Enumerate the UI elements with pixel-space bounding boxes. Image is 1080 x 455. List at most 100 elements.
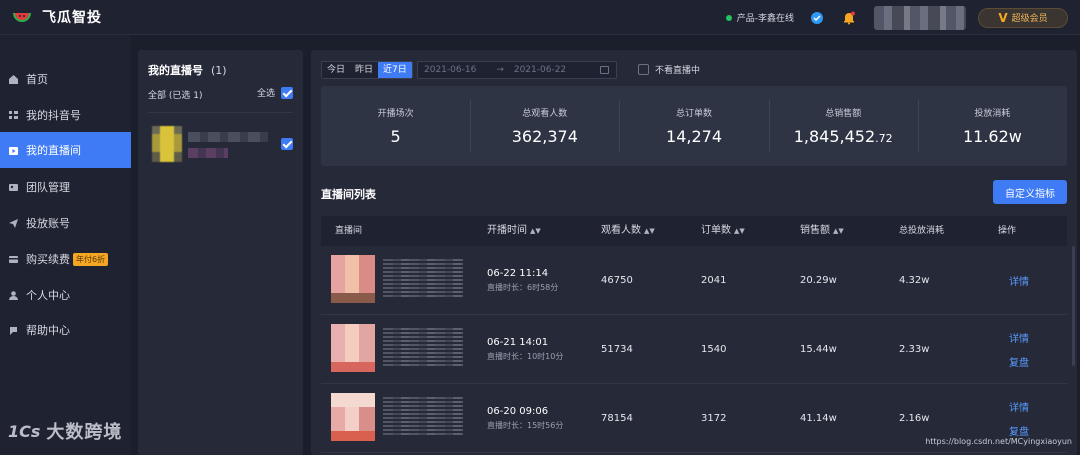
sidebar-item-help[interactable]: 帮助中心 <box>0 312 131 348</box>
stat-sessions: 开播场次 5 <box>321 86 470 166</box>
online-status: 产品-李鑫在线 <box>725 11 794 24</box>
sales-cell: 15.44w <box>800 344 837 355</box>
source-url: https://blog.csdn.net/MCyingxiaoyun <box>925 437 1072 446</box>
details-link[interactable]: 详情 <box>1009 399 1029 414</box>
stat-value: 1,845,452.72 <box>793 127 893 146</box>
stat-value: 362,374 <box>511 127 578 146</box>
col-viewers[interactable]: 观看人数 ▲▼ <box>601 216 655 246</box>
sort-icon: ▲▼ <box>734 227 745 235</box>
details-link[interactable]: 详情 <box>1009 273 1029 288</box>
sidebar-item-label: 投放账号 <box>26 217 70 230</box>
col-start-time[interactable]: 开播时间 ▲▼ <box>487 216 541 246</box>
start-time-cell: 06-21 14:01 直播时长：10时10分 <box>487 337 564 361</box>
account-item[interactable] <box>148 126 293 166</box>
sidebar-item-douyin[interactable]: 我的抖音号 <box>0 97 131 133</box>
live-room-table: 直播间 开播时间 ▲▼ 观看人数 ▲▼ 订单数 ▲▼ 销售额 ▲▼ 总投放消耗 操作 0… <box>321 216 1067 453</box>
sidebar-item-ad-accounts[interactable]: 投放账号 <box>0 205 131 241</box>
sidebar-item-home[interactable]: 首页 <box>0 61 131 97</box>
viewers-cell: 51734 <box>601 344 633 355</box>
sidebar-item-label: 我的直播间 <box>26 144 81 157</box>
stat-label: 开播场次 <box>377 109 414 119</box>
stat-ad-spend: 投放消耗 11.62w <box>917 86 1067 166</box>
sidebar-item-label: 团队管理 <box>26 181 70 194</box>
col-orders[interactable]: 订单数 ▲▼ <box>701 216 745 246</box>
app-title: 飞瓜智投 <box>42 10 102 26</box>
room-thumbnail[interactable] <box>331 324 375 372</box>
watermark-logo: 1Cs <box>8 421 41 441</box>
date-range-picker[interactable]: 2021-06-16 → 2021-06-22 <box>417 61 617 79</box>
sales-cell: 41.14w <box>800 413 837 424</box>
team-icon <box>9 183 18 191</box>
top-bar: 飞瓜智投 产品-李鑫在线 V 超级会员 <box>0 0 1080 35</box>
watermark-text: 大数跨境 <box>46 422 123 443</box>
account-count: (1) <box>211 64 227 77</box>
account-all-filter[interactable]: 全部 (已选 1) <box>148 88 203 101</box>
vip-icon: V <box>998 10 1008 25</box>
app-logo[interactable]: 飞瓜智投 <box>12 7 102 27</box>
stat-value: 14,274 <box>666 127 722 146</box>
select-all-label: 全选 <box>256 89 275 99</box>
room-thumbnail[interactable] <box>331 393 375 441</box>
online-dot-icon <box>725 14 732 21</box>
ad-spend-cell: 2.33w <box>899 344 930 355</box>
select-all-checkbox[interactable] <box>281 86 293 99</box>
room-name-blurred <box>383 328 463 368</box>
tab-today[interactable]: 今日 <box>322 62 351 78</box>
account-avatar <box>152 126 182 162</box>
home-icon <box>9 74 18 84</box>
col-room: 直播间 <box>335 226 363 236</box>
sidebar-item-purchase[interactable]: 购买续费 年付6折 <box>0 241 131 277</box>
sidebar-item-profile[interactable]: 个人中心 <box>0 277 131 313</box>
user-avatar[interactable] <box>874 5 966 30</box>
list-title: 直播间列表 <box>321 188 376 201</box>
review-link[interactable]: 复盘 <box>1009 423 1029 438</box>
start-time-cell: 06-22 11:14 直播时长：6时58分 <box>487 268 559 292</box>
date-range-tabs: 今日 昨日 近7日 <box>321 61 413 79</box>
viewers-cell: 78154 <box>601 413 633 424</box>
watermark: 1Cs 大数跨境 <box>8 418 122 444</box>
bell-icon[interactable] <box>842 11 856 25</box>
select-all-toggle[interactable]: 全选 <box>257 86 293 99</box>
vip-button[interactable]: V 超级会员 <box>978 7 1068 28</box>
card-icon <box>9 255 18 263</box>
watermelon-logo-icon <box>13 12 31 22</box>
viewers-cell: 46750 <box>601 275 633 286</box>
table-scrollbar[interactable] <box>1072 246 1075 366</box>
stat-sales: 总销售额 1,845,452.72 <box>768 86 918 166</box>
account-panel: 我的直播号 (1) 全部 (已选 1) 全选 <box>138 50 303 455</box>
divider <box>148 112 293 113</box>
arrow-right-icon: → <box>496 65 504 75</box>
user-icon <box>9 290 18 300</box>
col-ad-spend: 总投放消耗 <box>899 226 945 236</box>
online-status-text: 产品-李鑫在线 <box>736 14 794 24</box>
account-id-blurred <box>188 148 228 158</box>
stat-value: 5 <box>390 127 401 146</box>
account-panel-title: 我的直播号 (1) <box>148 64 227 77</box>
discount-badge: 年付6折 <box>73 252 109 266</box>
live-icon <box>9 146 18 155</box>
review-link[interactable]: 复盘 <box>1009 354 1029 369</box>
stat-label: 总销售额 <box>825 109 862 119</box>
account-checkbox[interactable] <box>281 138 293 150</box>
sidebar-item-team[interactable]: 团队管理 <box>0 169 131 205</box>
stat-viewers: 总观看人数 362,374 <box>470 86 619 166</box>
col-sales[interactable]: 销售额 ▲▼ <box>800 216 844 246</box>
sidebar-item-live-rooms[interactable]: 我的直播间 <box>0 132 131 168</box>
room-thumbnail[interactable] <box>331 255 375 303</box>
stat-label: 总观看人数 <box>522 109 568 119</box>
custom-metrics-button[interactable]: 自定义指标 <box>993 180 1067 204</box>
exclude-live-checkbox[interactable] <box>638 64 649 75</box>
tab-yesterday[interactable]: 昨日 <box>350 62 379 78</box>
exclude-live-toggle[interactable]: 不看直播中 <box>638 63 700 76</box>
orders-cell: 1540 <box>701 344 727 355</box>
sort-icon: ▲▼ <box>644 227 655 235</box>
verified-icon[interactable] <box>810 11 824 25</box>
tab-last-7-days[interactable]: 近7日 <box>378 62 412 78</box>
sales-cell: 20.29w <box>800 275 837 286</box>
send-icon <box>9 218 18 228</box>
details-link[interactable]: 详情 <box>1009 330 1029 345</box>
sort-icon: ▲▼ <box>530 227 541 235</box>
list-icon <box>9 110 18 119</box>
vip-label: 超级会员 <box>1011 14 1048 24</box>
account-name-blurred <box>188 132 268 142</box>
